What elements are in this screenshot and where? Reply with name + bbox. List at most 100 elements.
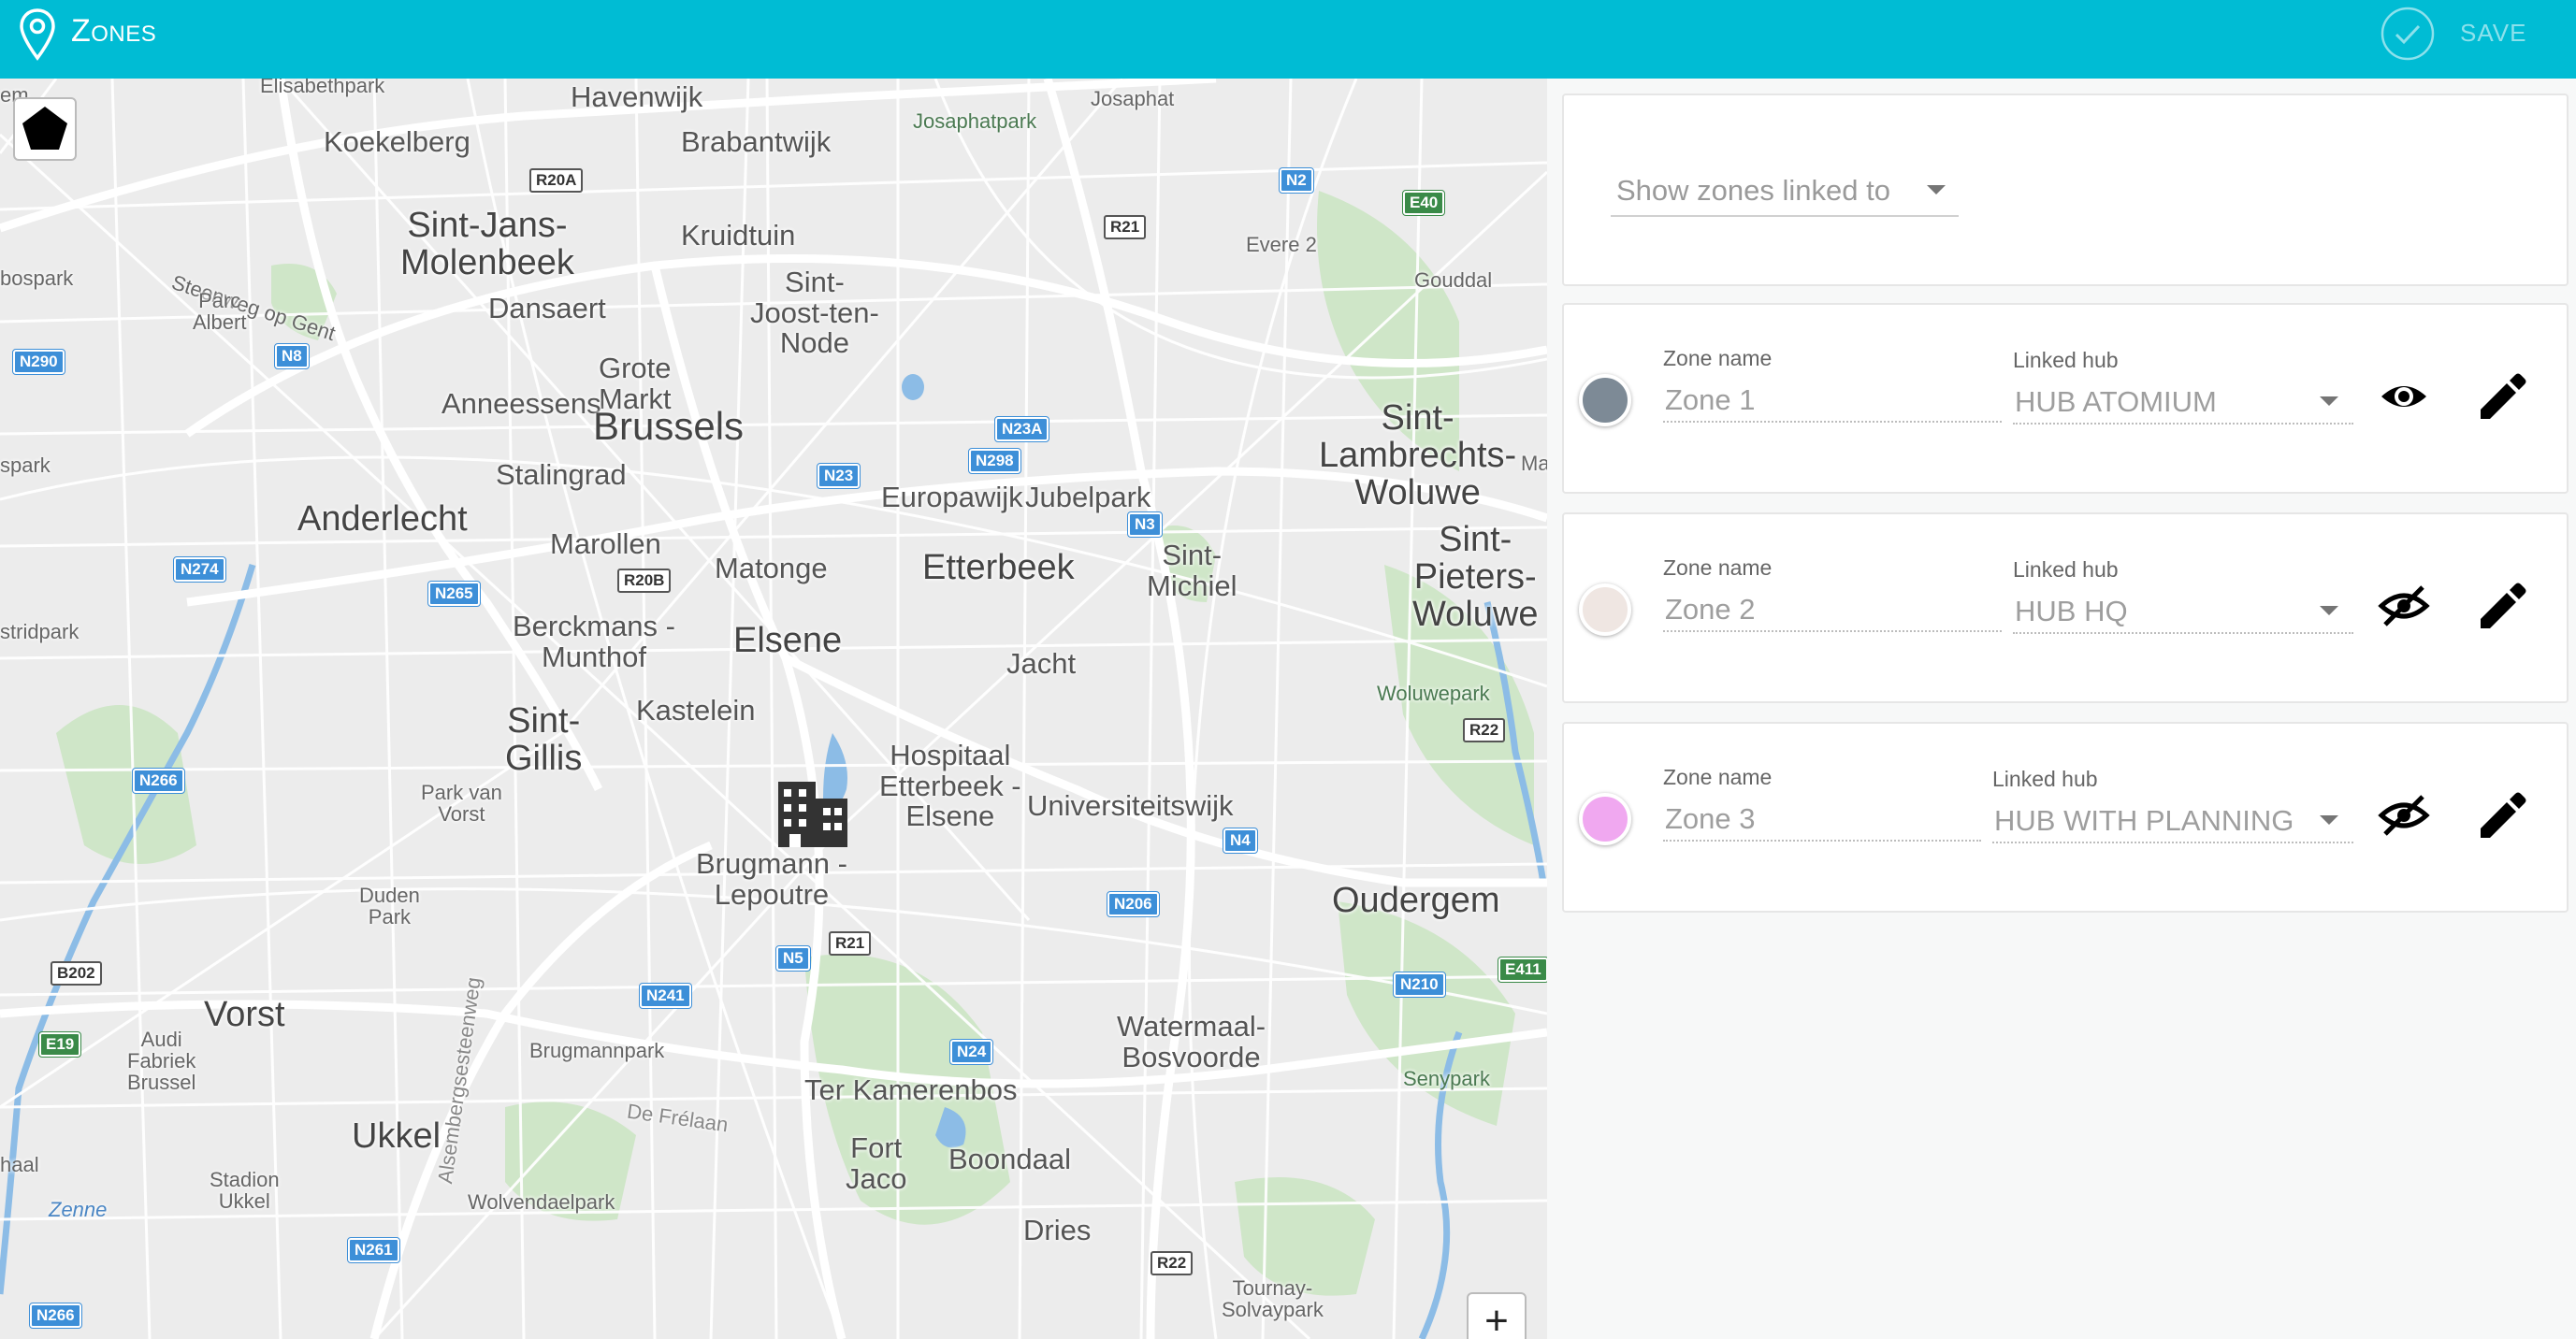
road-shield: N3	[1127, 511, 1163, 538]
map-label: Sint- Pieters- Woluwe	[1412, 520, 1539, 634]
road-shield: N261	[347, 1237, 400, 1263]
map-label: Duden Park	[359, 884, 420, 929]
road-shield: N241	[639, 983, 692, 1009]
map-label: Brugmannpark	[529, 1039, 665, 1062]
map-label: Marollen	[550, 527, 661, 560]
linked-hub-select[interactable]: HUB HQ	[2013, 589, 2353, 634]
map-label: Ma	[1521, 452, 1547, 475]
road-shield: N265	[427, 581, 481, 607]
map-label: Havenwijk	[571, 80, 703, 113]
save-button[interactable]: SAVE	[2376, 6, 2572, 62]
map-label: Oudergem	[1332, 881, 1500, 920]
map-label: Sint-Jans- Molenbeek	[400, 206, 574, 282]
caret-down-icon	[2320, 396, 2338, 406]
caret-down-icon	[2320, 606, 2338, 615]
pentagon-icon	[22, 107, 67, 150]
road-shield: R21	[829, 931, 872, 956]
location-pin-icon	[20, 8, 55, 61]
map-label: Vorst	[204, 995, 285, 1034]
linked-hub-select[interactable]: HUB ATOMIUM	[2013, 380, 2353, 425]
map-label: Fort Jaco	[846, 1131, 907, 1195]
visibility-off-icon[interactable]	[2376, 578, 2432, 634]
road-shield: R22	[1463, 718, 1506, 742]
map-label: Elisabethpark	[260, 79, 385, 97]
map-label: Elsene	[733, 621, 843, 660]
map-label: Stadion Ukkel	[210, 1168, 280, 1214]
road-shield: N24	[948, 1039, 994, 1065]
edit-pencil-icon[interactable]	[2473, 787, 2529, 843]
hub-building-icon[interactable]	[776, 780, 849, 849]
zone-color-swatch[interactable]	[1579, 583, 1631, 636]
map-label: Kastelein	[636, 694, 756, 727]
visibility-on-icon[interactable]	[2376, 368, 2432, 425]
map-label: Josaphat	[1091, 87, 1175, 110]
linked-hub-value: HUB ATOMIUM	[2015, 385, 2217, 418]
map-label: Wolvendaelpark	[468, 1190, 615, 1214]
zone-name-input[interactable]: Zone 3	[1663, 797, 1981, 842]
zones-panel: Show zones linked to Zone name Zone 1 Li…	[1547, 79, 2576, 1339]
map-label: Ter Kamerenbos	[804, 1073, 1018, 1106]
map-label: Watermaal- Bosvoorde	[1117, 1010, 1266, 1073]
app-header: Zones SAVE	[0, 0, 2576, 79]
map-label: Jacht	[1006, 647, 1077, 680]
map-label: spark	[0, 454, 51, 477]
caret-down-icon	[2320, 815, 2338, 825]
zone-card: Zone name Zone 1 Linked hub HUB ATOMIUM	[1562, 303, 2569, 494]
linked-hub-select[interactable]: HUB WITH PLANNING	[1992, 799, 2353, 843]
map-label: Park van Vorst	[421, 781, 502, 827]
zone-color-swatch[interactable]	[1579, 793, 1631, 845]
zone-name-value: Zone 2	[1665, 593, 1756, 626]
zone-name-input[interactable]: Zone 1	[1663, 378, 2002, 423]
road-shield: E411	[1498, 957, 1547, 983]
road-shield: N274	[173, 556, 226, 583]
map-label: Parc Albert	[193, 289, 247, 335]
map-label: Universiteitswijk	[1027, 789, 1234, 822]
map-label: Gouddal	[1414, 268, 1493, 292]
zone-map[interactable]: Elisabethpark Havenwijk Josaphat Josapha…	[0, 79, 1547, 1339]
map-label: Brabantwijk	[681, 125, 832, 158]
zone-color-swatch[interactable]	[1579, 374, 1631, 426]
map-label: Sint- Lambrechts- Woluwe	[1319, 398, 1517, 512]
map-label: Dries	[1023, 1214, 1092, 1246]
map-label: Etterbeek	[922, 548, 1075, 587]
zone-name-label: Zone name	[1663, 346, 1773, 370]
road-shield: N23A	[993, 416, 1050, 442]
linked-hub-label: Linked hub	[2013, 557, 2119, 582]
zone-name-input[interactable]: Zone 2	[1663, 587, 2002, 632]
road-shield: N5	[775, 945, 811, 972]
check-circle-icon	[2381, 7, 2435, 61]
map-label: Brussels	[593, 404, 745, 448]
linked-hub-label: Linked hub	[2013, 348, 2119, 372]
map-label: Senypark	[1403, 1067, 1490, 1090]
linked-hub-value: HUB WITH PLANNING	[1994, 804, 2294, 837]
map-label: Boondaal	[948, 1143, 1072, 1175]
map-label: Anneessens	[441, 387, 601, 420]
road-shield: E19	[37, 1031, 82, 1058]
edit-pencil-icon[interactable]	[2473, 578, 2529, 634]
visibility-off-icon[interactable]	[2376, 787, 2432, 843]
map-label: bospark	[0, 266, 74, 290]
page-title: Zones	[71, 13, 157, 49]
road-shield: N266	[29, 1303, 82, 1329]
map-label: Brugmann - Lepoutre	[696, 847, 847, 911]
map-label: Tournay- Solvaypark	[1222, 1276, 1324, 1322]
edit-pencil-icon[interactable]	[2473, 368, 2529, 425]
zone-name-value: Zone 1	[1665, 383, 1756, 416]
zone-name-value: Zone 3	[1665, 802, 1756, 835]
map-label: haal	[0, 1153, 39, 1176]
hub-filter-placeholder: Show zones linked to	[1616, 174, 1890, 207]
caret-down-icon	[1927, 185, 1946, 194]
road-shield: R20A	[529, 168, 584, 193]
draw-polygon-button[interactable]	[13, 97, 77, 161]
zone-card: Zone name Zone 3 Linked hub HUB WITH PLA…	[1562, 722, 2569, 913]
zoom-in-button[interactable]: +	[1467, 1292, 1527, 1339]
map-label: Stalingrad	[496, 458, 627, 491]
road-shield: N210	[1393, 972, 1446, 998]
road-shield: N206	[1107, 891, 1160, 917]
road-shield: R22	[1151, 1251, 1194, 1275]
map-label: Dansaert	[488, 292, 606, 324]
linked-hub-label: Linked hub	[1992, 767, 2098, 791]
road-shield: N8	[274, 343, 310, 369]
map-label: Europawijk	[881, 481, 1023, 513]
hub-filter-dropdown[interactable]: Show zones linked to	[1611, 168, 1959, 217]
